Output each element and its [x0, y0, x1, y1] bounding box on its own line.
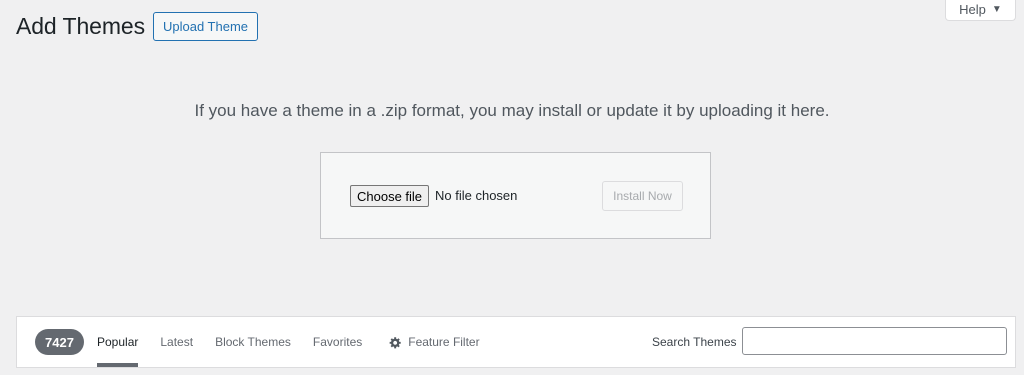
theme-count-badge: 7427: [35, 329, 84, 355]
upload-theme-button[interactable]: Upload Theme: [152, 12, 259, 41]
filter-link-block-themes[interactable]: Block Themes: [215, 317, 291, 367]
feature-filter-label: Feature Filter: [408, 335, 480, 349]
filter-link-latest[interactable]: Latest: [160, 317, 193, 367]
filter-link-popular[interactable]: Popular: [97, 317, 139, 367]
choose-file-button[interactable]: Choose file: [350, 185, 430, 207]
file-status-text: No file chosen: [435, 188, 518, 203]
install-now-button[interactable]: Install Now: [602, 181, 683, 211]
upload-theme-form: Choose file No file chosen Install Now: [320, 152, 711, 239]
filter-link-favorites[interactable]: Favorites: [313, 317, 362, 367]
help-label: Help: [959, 2, 986, 17]
page-title: Add Themes: [16, 13, 145, 39]
caret-down-icon: ▼: [991, 4, 1002, 15]
feature-filter-button[interactable]: Feature Filter: [389, 317, 480, 367]
help-tab-button[interactable]: Help ▼: [945, 0, 1016, 21]
add-themes-page: Help ▼ Add Themes Upload Theme If you ha…: [0, 0, 1024, 375]
theme-filter-bar: 7427 Popular Latest Block Themes Favorit…: [16, 316, 1016, 368]
search-themes-label: Search Themes: [652, 335, 737, 349]
upload-help-text: If you have a theme in a .zip format, yo…: [194, 101, 830, 120]
page-header: Add Themes Upload Theme: [16, 12, 259, 41]
search-themes-input[interactable]: [742, 327, 1007, 355]
filter-links: Popular Latest Block Themes Favorites Fe…: [97, 317, 502, 367]
gear-icon: [389, 336, 402, 349]
